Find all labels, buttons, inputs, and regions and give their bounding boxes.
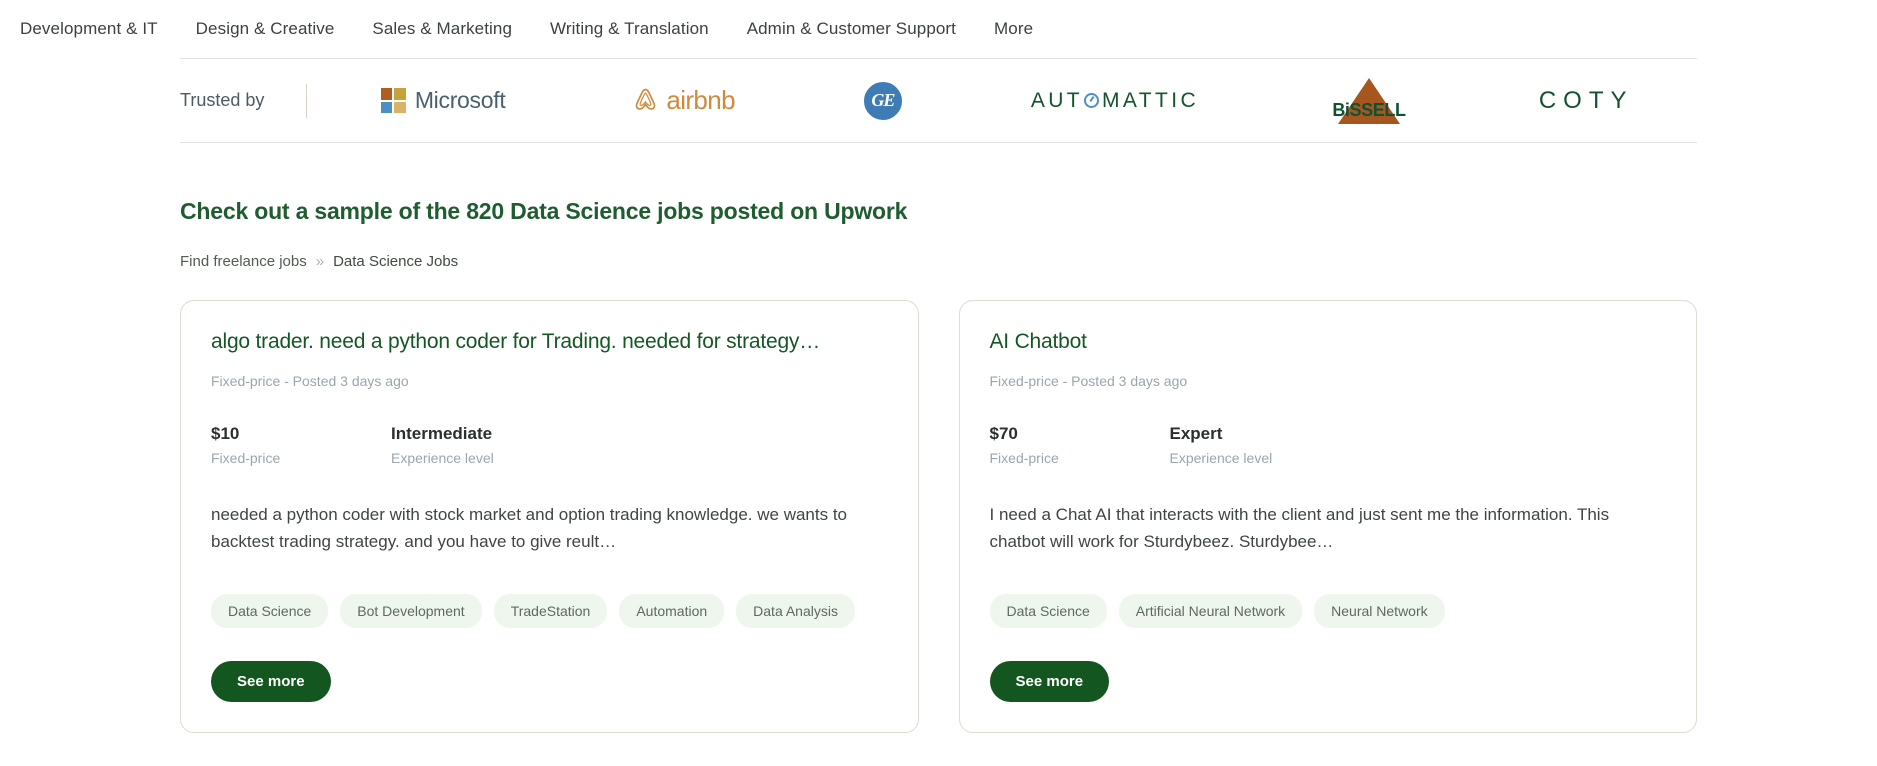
job-price-label: Fixed-price — [989, 450, 1059, 467]
job-meta: Fixed-price - Posted 3 days ago — [989, 373, 1188, 390]
coty-wordmark: COTY — [1538, 86, 1634, 114]
airbnb-belo-icon — [635, 88, 656, 110]
skill-tag[interactable]: Data Science — [989, 593, 1107, 628]
job-price-stat: $10 Fixed-price — [211, 424, 391, 466]
job-meta: Fixed-price - Posted 3 days ago — [211, 373, 409, 390]
see-more-button[interactable]: See more — [989, 660, 1110, 702]
skill-tag[interactable]: Artificial Neural Network — [1118, 593, 1303, 628]
nav-item-more[interactable]: More — [994, 19, 1033, 39]
skill-tag[interactable]: Data Analysis — [736, 593, 855, 628]
bissell-logo: BiSSELL — [1326, 77, 1412, 124]
category-nav: Development & IT Design & Creative Sales… — [0, 0, 1877, 58]
job-level-stat: Intermediate Experience level — [391, 424, 494, 466]
breadcrumb-current: Data Science Jobs — [333, 253, 459, 270]
nav-item-writing-translation[interactable]: Writing & Translation — [550, 19, 709, 39]
job-price-value: $10 — [211, 424, 240, 444]
ge-logo: GE — [861, 79, 904, 122]
job-price-label: Fixed-price — [211, 450, 281, 467]
job-skill-tags: Data Science Artificial Neural Network N… — [989, 593, 1667, 628]
job-card[interactable]: AI Chatbot Fixed-price - Posted 3 days a… — [958, 300, 1697, 733]
job-title[interactable]: algo trader. need a python coder for Tra… — [211, 329, 888, 355]
microsoft-wordmark: Microsoft — [414, 87, 506, 113]
airbnb-logo: airbnb — [632, 85, 736, 116]
job-stats: $10 Fixed-price Intermediate Experience … — [211, 424, 888, 466]
vertical-divider — [306, 83, 308, 118]
sample-section-header: Check out a sample of the 820 Data Scien… — [180, 143, 1697, 270]
microsoft-squares-icon — [380, 88, 406, 113]
nav-item-admin-customer-support[interactable]: Admin & Customer Support — [747, 19, 956, 39]
trusted-by-label: Trusted by — [180, 90, 265, 110]
trusted-by-band: Trusted by Microsoft airbnb GE AUT MATTI… — [180, 58, 1697, 143]
ge-monogram-icon: GE — [861, 79, 904, 122]
job-level-value: Expert — [1169, 424, 1223, 444]
job-skill-tags: Data Science Bot Development TradeStatio… — [211, 593, 888, 628]
job-card[interactable]: algo trader. need a python coder for Tra… — [180, 300, 919, 733]
breadcrumb: Find freelance jobs » Data Science Jobs — [180, 253, 1697, 270]
skill-tag[interactable]: Bot Development — [340, 593, 482, 628]
airbnb-wordmark: airbnb — [666, 85, 736, 115]
breadcrumb-separator-icon: » — [315, 253, 325, 270]
job-card-list: algo trader. need a python coder for Tra… — [180, 270, 1697, 733]
skill-tag[interactable]: TradeStation — [493, 593, 608, 628]
job-description: I need a Chat AI that interacts with the… — [989, 505, 1610, 552]
job-stats: $70 Fixed-price Expert Experience level — [990, 424, 1667, 466]
breadcrumb-root-link[interactable]: Find freelance jobs — [180, 253, 307, 270]
job-title[interactable]: AI Chatbot — [990, 329, 1667, 355]
automattic-o-icon — [1084, 93, 1100, 108]
nav-item-design-creative[interactable]: Design & Creative — [196, 19, 335, 39]
coty-logo: COTY — [1539, 87, 1634, 115]
automattic-wordmark-before: AUT — [1030, 88, 1084, 112]
page-root: Development & IT Design & Creative Sales… — [0, 0, 1877, 766]
job-level-label: Experience level — [1169, 450, 1273, 467]
microsoft-logo: Microsoft — [380, 87, 506, 114]
job-level-value: Intermediate — [391, 424, 493, 444]
job-description: needed a python coder with stock market … — [211, 505, 847, 552]
job-level-stat: Expert Experience level — [1170, 424, 1273, 466]
automattic-logo: AUT MATTIC — [1031, 89, 1199, 113]
job-level-label: Experience level — [391, 450, 494, 467]
nav-item-development-it[interactable]: Development & IT — [20, 19, 158, 39]
automattic-wordmark-after: MATTIC — [1102, 88, 1200, 112]
client-logo-list: Microsoft airbnb GE AUT MATTIC BiSSELL C… — [317, 59, 1697, 142]
job-price-value: $70 — [989, 424, 1018, 444]
page-title: Check out a sample of the 820 Data Scien… — [180, 198, 908, 224]
see-more-button[interactable]: See more — [211, 660, 331, 702]
bissell-wordmark: BiSSELL — [1332, 99, 1406, 120]
nav-item-sales-marketing[interactable]: Sales & Marketing — [372, 19, 512, 39]
job-price-stat: $70 Fixed-price — [990, 424, 1170, 466]
skill-tag[interactable]: Automation — [619, 593, 725, 628]
skill-tag[interactable]: Neural Network — [1314, 593, 1445, 628]
skill-tag[interactable]: Data Science — [211, 593, 329, 628]
